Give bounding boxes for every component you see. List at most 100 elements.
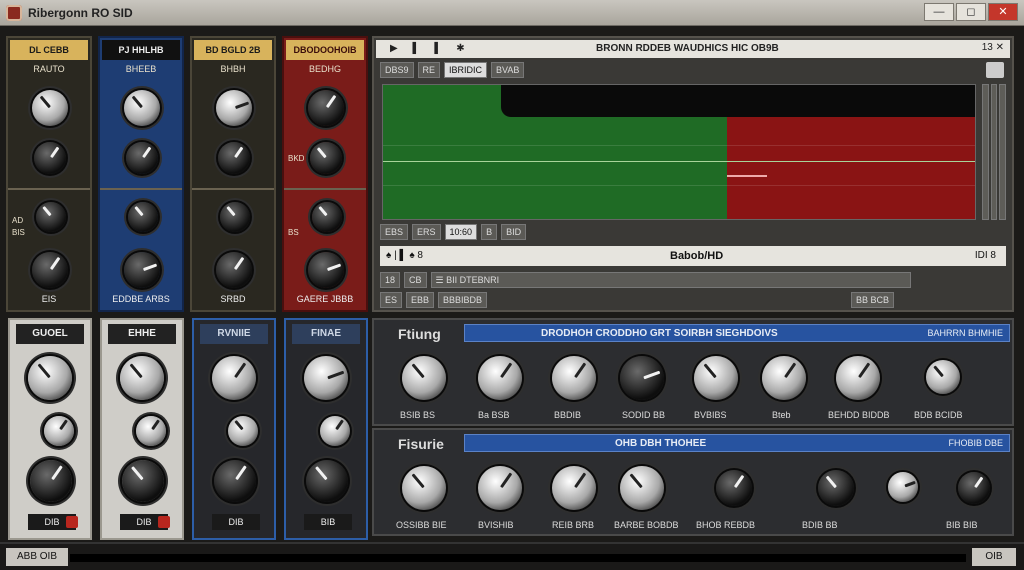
strip-knob[interactable] [216, 90, 252, 126]
module-knob[interactable] [228, 416, 258, 446]
module-footer: DIB [212, 514, 260, 530]
red-region [727, 105, 975, 219]
toolbar-field[interactable]: BVAB [491, 62, 525, 78]
status-field[interactable]: ERS [412, 224, 441, 240]
param-label: OSSIBB BIE [396, 520, 447, 530]
strip-knob[interactable] [310, 142, 342, 174]
vertical-scrollbars[interactable] [982, 84, 1007, 220]
strip-knob[interactable] [308, 252, 344, 288]
strip-knob[interactable] [32, 90, 68, 126]
row-bar-text: OHB DBH THOHEE [615, 438, 707, 449]
param-knob[interactable] [552, 466, 596, 510]
param-knob[interactable] [402, 466, 446, 510]
module-knob[interactable] [320, 416, 350, 446]
param-knob[interactable] [888, 472, 918, 502]
transport-bar: ♠ | ▌ ♠ 8 Babob/HD IDI 8 [380, 246, 1006, 266]
module-knob[interactable] [136, 416, 166, 446]
side-label: BS [288, 228, 299, 237]
info-field[interactable]: BB BCB [851, 292, 895, 308]
param-row-1: Ftiung DRODHOH CRODDHO GRT SOIRBH SIEGHD… [372, 318, 1014, 426]
param-knob[interactable] [478, 466, 522, 510]
minimize-button[interactable]: — [924, 3, 954, 21]
strip-knob[interactable] [124, 252, 160, 288]
app-icon [6, 5, 22, 21]
param-knob[interactable] [716, 470, 752, 506]
strip-knob[interactable] [218, 142, 250, 174]
param-label: SODID BB [622, 410, 666, 420]
strip-knob[interactable] [220, 202, 250, 232]
strip-knob[interactable] [126, 142, 158, 174]
param-knob[interactable] [762, 356, 806, 400]
param-label: BDIB BB [802, 520, 838, 530]
close-button[interactable]: ✕ [988, 3, 1018, 21]
status-field[interactable]: B [481, 224, 498, 240]
row-bar-right: FHOBIB DBE [948, 438, 1003, 448]
toolbar-field[interactable]: IBRIDIC [444, 62, 488, 78]
info-field[interactable]: 18 [380, 272, 401, 288]
strip-knob[interactable] [32, 252, 68, 288]
module-knob[interactable] [304, 356, 348, 400]
param-knob[interactable] [402, 356, 446, 400]
toolbar-field[interactable]: RE [417, 62, 441, 78]
editor-controls[interactable]: 13 ✕ [982, 42, 1004, 53]
info-field[interactable]: EBB [406, 292, 435, 308]
module-knob[interactable] [120, 356, 164, 400]
strip-knob[interactable] [216, 252, 252, 288]
strip-knob[interactable] [36, 202, 66, 232]
param-knob[interactable] [620, 466, 664, 510]
status-field[interactable]: EBS [380, 224, 409, 240]
strip-footer: SRBD [220, 294, 246, 304]
status-left[interactable]: ABB OIB [6, 548, 68, 566]
strip-header: DL CEBB [10, 40, 88, 60]
waveform-graph[interactable] [382, 84, 976, 220]
row-title: Fisurie [398, 436, 444, 452]
strip-header: BD BGLD 2B [194, 40, 272, 60]
info-field[interactable]: ES [380, 292, 403, 308]
param-knob[interactable] [478, 356, 522, 400]
param-knob[interactable] [552, 356, 596, 400]
channel-strip-3: BD BGLD 2B BHBH SRBD [190, 36, 276, 312]
module-1: GUOEL DIB [8, 318, 92, 540]
strip-knob[interactable] [34, 142, 66, 174]
param-label: Ba BSB [478, 410, 510, 420]
row-bar: OHB DBH THOHEE FHOBIB DBE [464, 434, 1010, 452]
editor-status-row: EBS ERS 10:60 B BID [380, 224, 527, 240]
param-knob[interactable] [620, 356, 664, 400]
info-field[interactable]: CB [404, 272, 427, 288]
module-knob[interactable] [44, 416, 74, 446]
module-knob[interactable] [306, 460, 348, 502]
divider [284, 188, 366, 190]
module-knob[interactable] [30, 460, 72, 502]
toolbar-field[interactable]: DBS9 [380, 62, 414, 78]
strip-knob[interactable] [128, 202, 158, 232]
module-knob[interactable] [28, 356, 72, 400]
module-knob[interactable] [214, 460, 256, 502]
info-field[interactable]: ☰ BII DTEBNRI [430, 272, 911, 288]
transport-icons[interactable]: ♠ | ▌ ♠ 8 [386, 250, 423, 261]
grid-line [383, 145, 975, 146]
info-field[interactable]: BBBIBDB [438, 292, 488, 308]
status-field[interactable]: BID [501, 224, 527, 240]
window-title: Ribergonn RO SID [28, 6, 133, 20]
module-knob[interactable] [212, 356, 256, 400]
strip-knob[interactable] [312, 202, 342, 232]
param-label: BSIB BS [400, 410, 436, 420]
editor-tool-icons[interactable]: ▶ ▌ ▌ ✱ [390, 43, 471, 54]
horizontal-scrollbar[interactable] [70, 554, 966, 562]
param-knob[interactable] [694, 356, 738, 400]
param-knob[interactable] [818, 470, 854, 506]
status-field[interactable]: 10:60 [444, 224, 478, 240]
module-knob[interactable] [122, 460, 164, 502]
param-knob[interactable] [958, 472, 990, 504]
status-right[interactable]: OIB [972, 548, 1016, 566]
editor-toolbar: DBS9 RE IBRIDIC BVAB [380, 62, 525, 78]
row-title: Ftiung [398, 326, 441, 342]
maximize-button[interactable]: ◻ [956, 3, 986, 21]
strip-label: BHBH [220, 64, 246, 74]
strip-knob[interactable] [308, 90, 344, 126]
param-knob[interactable] [926, 360, 960, 394]
strip-knob[interactable] [124, 90, 160, 126]
channel-strip-2: PJ HHLHB BHEEB EDDBE ARBS [98, 36, 184, 312]
param-knob[interactable] [836, 356, 880, 400]
settings-icon[interactable] [986, 62, 1004, 78]
